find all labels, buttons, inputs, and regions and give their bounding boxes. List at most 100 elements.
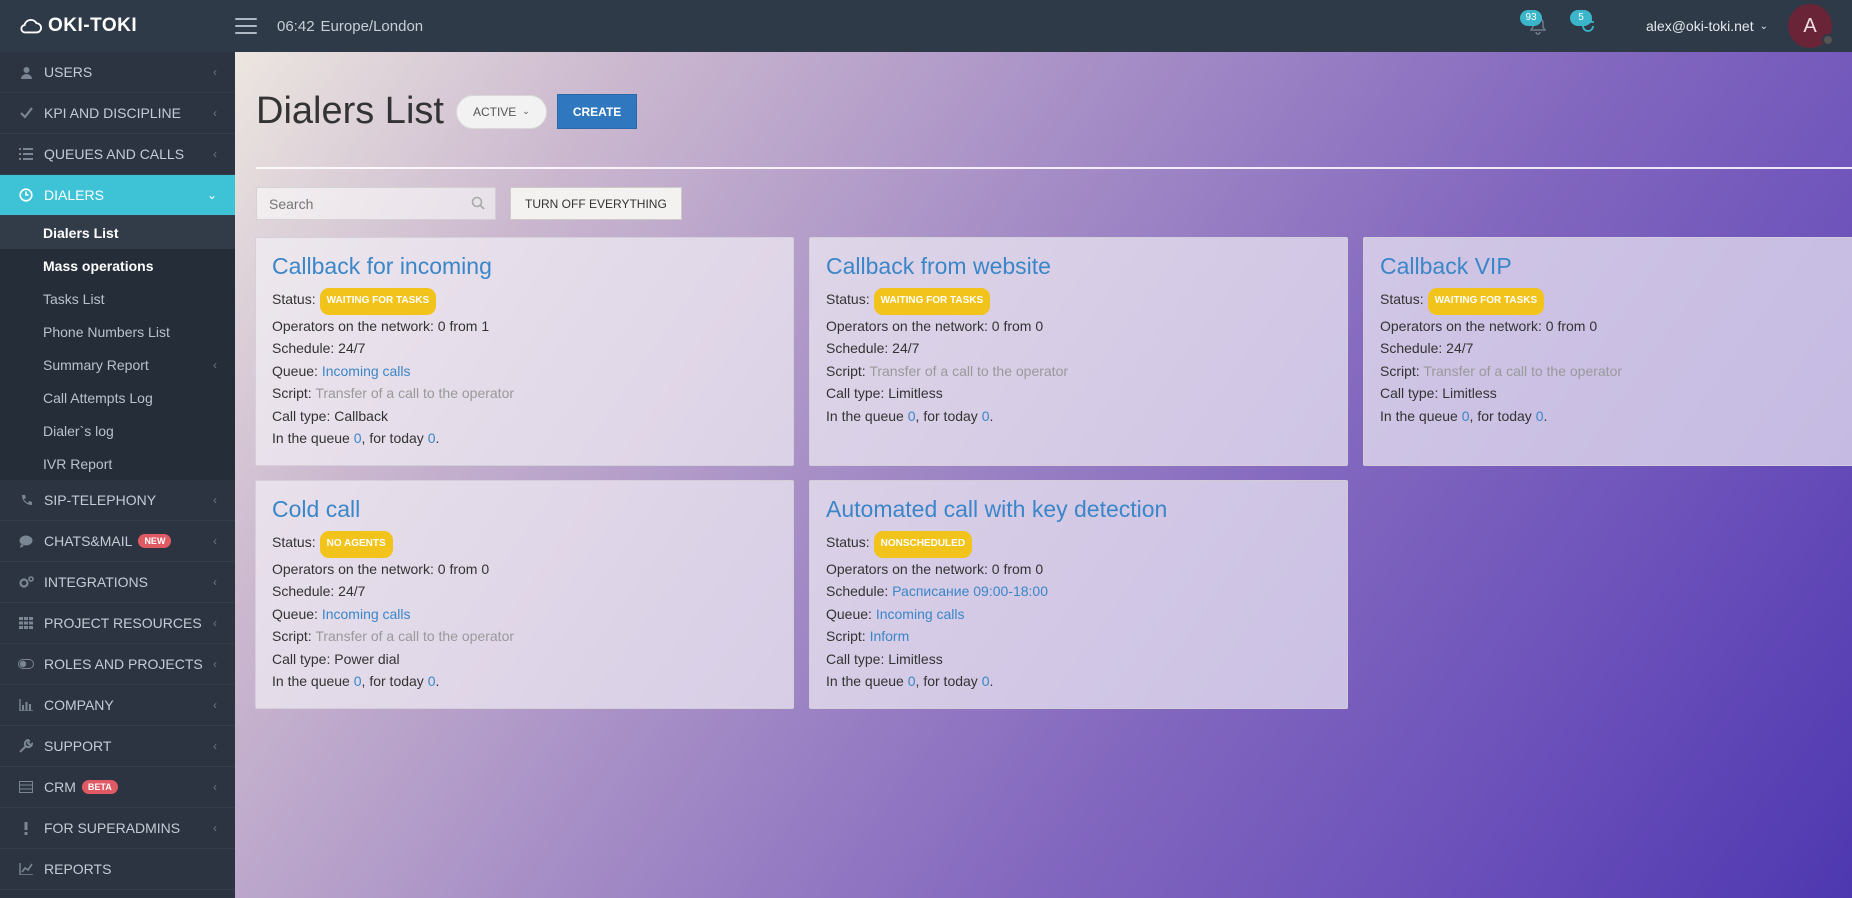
status-badge: WAITING FOR TASKS xyxy=(873,288,991,315)
dialers-submenu: Dialers List Mass operations Tasks List … xyxy=(0,216,235,480)
sidebar-item-dialers[interactable]: DIALERS ⌄ xyxy=(0,175,235,216)
script-link[interactable]: Inform xyxy=(870,628,910,644)
dialer-card: Automated call with key detection Status… xyxy=(809,480,1348,709)
sidebar-subitem-mass-operations[interactable]: Mass operations xyxy=(0,249,235,282)
search-input[interactable] xyxy=(257,188,457,219)
today-link[interactable]: 0 xyxy=(428,430,436,446)
sidebar-item-chats-mail[interactable]: CHATS&MAIL NEW ‹ xyxy=(0,521,235,562)
chevron-left-icon: ‹ xyxy=(213,657,217,671)
table-icon xyxy=(18,779,34,795)
in-queue-link[interactable]: 0 xyxy=(1462,408,1470,424)
chevron-left-icon: ‹ xyxy=(213,534,217,548)
brand-name: OKI-TOKI xyxy=(48,15,138,36)
avatar-letter: A xyxy=(1803,14,1817,37)
avatar[interactable]: A xyxy=(1788,4,1834,48)
script-value: Transfer of a call to the operator xyxy=(315,385,515,401)
dialer-title[interactable]: Callback VIP xyxy=(1380,253,1852,280)
chevron-left-icon: ‹ xyxy=(213,575,217,589)
dialer-title[interactable]: Callback from website xyxy=(826,253,1331,280)
presence-dot xyxy=(1822,34,1834,46)
script-value: Transfer of a call to the operator xyxy=(1423,362,1623,379)
create-button[interactable]: CREATE xyxy=(556,94,638,129)
status-badge: NO AGENTS xyxy=(319,531,393,558)
search-icon[interactable] xyxy=(471,196,485,210)
page-title: Dialers List xyxy=(256,90,444,132)
sidebar-subitem-ivr-report[interactable]: IVR Report xyxy=(0,447,235,480)
sidebar-item-sip-telephony[interactable]: SIP-TELEPHONY ‹ xyxy=(0,480,235,521)
new-badge: NEW xyxy=(138,534,172,548)
clock-icon xyxy=(18,187,34,203)
dialer-title[interactable]: Cold call xyxy=(272,496,777,523)
in-queue-link[interactable]: 0 xyxy=(908,408,916,424)
sidebar-item-kpi[interactable]: KPI AND DISCIPLINE ‹ xyxy=(0,93,235,134)
dialer-title[interactable]: Callback for incoming xyxy=(272,253,777,280)
cloud-icon xyxy=(20,19,42,34)
tasks-button[interactable]: 5 xyxy=(1570,8,1606,44)
status-filter-dropdown[interactable]: ACTIVE ⌄ xyxy=(455,94,547,129)
dialer-card: Callback VIP Status: WAITING FOR TASKS Op… xyxy=(1363,237,1852,466)
queue-link[interactable]: Incoming calls xyxy=(322,606,411,622)
dialer-title[interactable]: Automated call with key detection xyxy=(826,496,1331,523)
turn-off-everything-button[interactable]: TURN OFF EVERYTHING xyxy=(510,187,682,220)
sidebar-subitem-call-attempts[interactable]: Call Attempts Log xyxy=(0,381,235,414)
in-queue-link[interactable]: 0 xyxy=(354,430,362,446)
exclamation-icon xyxy=(18,820,34,836)
queue-link[interactable]: Incoming calls xyxy=(876,606,965,622)
status-badge: NONSCHEDULED xyxy=(873,531,973,558)
today-link[interactable]: 0 xyxy=(1536,408,1544,424)
chevron-left-icon: ‹ xyxy=(213,616,217,630)
line-chart-icon xyxy=(18,861,34,877)
chevron-left-icon: ‹ xyxy=(213,65,217,79)
clock-timezone: Europe/London xyxy=(320,17,424,35)
chevron-left-icon: ‹ xyxy=(213,821,217,835)
today-link[interactable]: 0 xyxy=(982,673,990,689)
today-link[interactable]: 0 xyxy=(982,408,990,424)
sidebar-item-queues[interactable]: QUEUES AND CALLS ‹ xyxy=(0,134,235,175)
sidebar-item-integrations[interactable]: INTEGRATIONS ‹ xyxy=(0,562,235,603)
sidebar-item-users[interactable]: USERS ‹ xyxy=(0,52,235,93)
dialer-card: Cold call Status: NO AGENTS Operators on … xyxy=(255,480,794,709)
script-value: Transfer of a call to the operator xyxy=(869,362,1069,379)
sidebar-item-reports[interactable]: REPORTS xyxy=(0,849,235,890)
in-queue-link[interactable]: 0 xyxy=(908,673,916,689)
search-box xyxy=(256,187,496,220)
menu-toggle-icon[interactable] xyxy=(235,18,257,34)
chevron-left-icon: ‹ xyxy=(213,147,217,161)
status-badge: WAITING FOR TASKS xyxy=(319,288,437,315)
sidebar-item-superadmins[interactable]: FOR SUPERADMINS ‹ xyxy=(0,808,235,849)
chevron-left-icon: ‹ xyxy=(213,780,217,794)
brand-logo[interactable]: OKI-TOKI xyxy=(0,0,235,52)
bar-chart-icon xyxy=(18,697,34,713)
sidebar-subitem-dialers-log[interactable]: Dialer`s log xyxy=(0,414,235,447)
chevron-down-icon: ⌄ xyxy=(522,106,530,116)
queue-link[interactable]: Incoming calls xyxy=(322,363,411,379)
schedule-link[interactable]: Расписание 09:00-18:00 xyxy=(892,583,1048,599)
top-bar: OKI-TOKI 06:42 Europe/London 93 5 alex@ok… xyxy=(0,0,1852,52)
sidebar-item-project-resources[interactable]: PROJECT RESOURCES ‹ xyxy=(0,603,235,644)
chevron-left-icon: ‹ xyxy=(213,357,217,372)
chevron-left-icon: ‹ xyxy=(213,739,217,753)
sidebar-item-crm[interactable]: CRM BETA ‹ xyxy=(0,767,235,808)
notifications-badge: 93 xyxy=(1520,10,1543,26)
notifications-button[interactable]: 93 xyxy=(1520,8,1556,44)
user-menu[interactable]: alex@oki-toki.net ⌄ xyxy=(1646,18,1768,34)
check-icon xyxy=(18,105,34,121)
in-queue-link[interactable]: 0 xyxy=(354,673,362,689)
user-icon xyxy=(18,64,34,80)
today-link[interactable]: 0 xyxy=(428,673,436,689)
main-content: Dialers List ACTIVE⌄ CREATE TURN OFF EVE… xyxy=(235,52,1852,898)
status-badge: WAITING FOR TASKS xyxy=(1427,288,1545,315)
sidebar-subitem-summary-report[interactable]: Summary Report ‹ xyxy=(0,348,235,381)
sidebar-item-support[interactable]: SUPPORT ‹ xyxy=(0,726,235,767)
user-email: alex@oki-toki.net xyxy=(1646,18,1754,34)
sidebar-subitem-phone-numbers[interactable]: Phone Numbers List xyxy=(0,315,235,348)
sidebar-item-company[interactable]: COMPANY ‹ xyxy=(0,685,235,726)
dialer-card: Callback from website Status: WAITING FOR… xyxy=(809,237,1348,466)
clock: 06:42 Europe/London xyxy=(277,18,423,35)
sidebar: USERS ‹ KPI AND DISCIPLINE ‹ QUEUES AND CA… xyxy=(0,52,235,898)
sidebar-subitem-tasks-list[interactable]: Tasks List xyxy=(0,282,235,315)
sidebar-item-roles-projects[interactable]: ROLES AND PROJECTS ‹ xyxy=(0,644,235,685)
dialer-card: Callback for incoming Status: WAITING FOR… xyxy=(255,237,794,466)
chevron-left-icon: ‹ xyxy=(213,698,217,712)
sidebar-subitem-dialers-list[interactable]: Dialers List xyxy=(0,216,235,249)
